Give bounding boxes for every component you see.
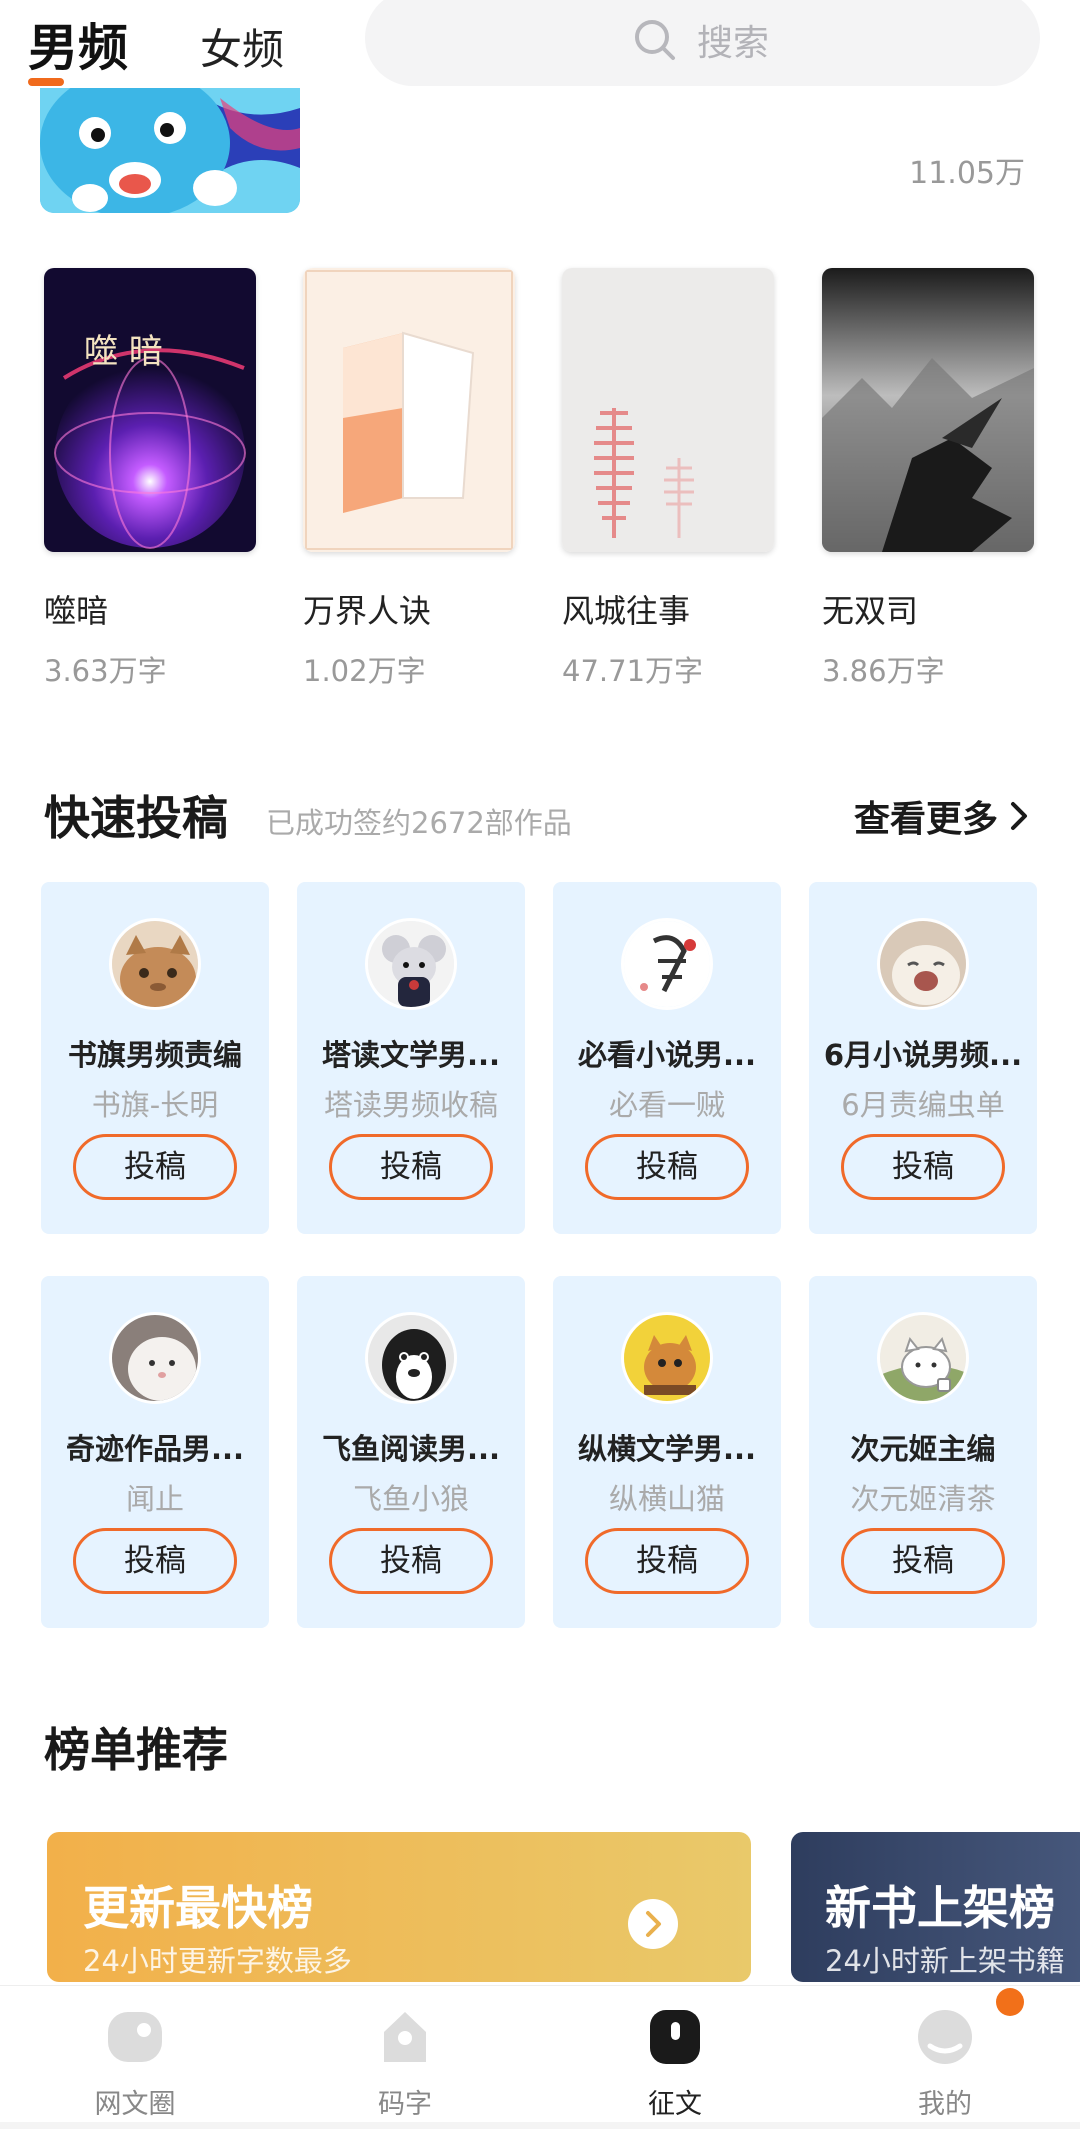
submit-button[interactable]: 投稿 xyxy=(329,1528,493,1594)
nav-label: 码字 xyxy=(378,2089,432,2120)
book-card[interactable]: 风城往事 47.71万字 xyxy=(562,268,774,690)
see-more-link[interactable]: 查看更多 xyxy=(854,790,1030,842)
banner-count: 11.05万 xyxy=(909,156,1025,191)
card-editor: 6月责编虫单 xyxy=(841,1088,1005,1122)
editor-avatar xyxy=(877,918,969,1010)
card-editor: 闻止 xyxy=(125,1482,184,1516)
book-word-count: 3.86万字 xyxy=(822,654,945,688)
cartoon-image xyxy=(40,88,300,213)
active-tab-indicator xyxy=(28,78,64,86)
nav-label: 征文 xyxy=(648,2089,702,2120)
submit-button[interactable]: 投稿 xyxy=(73,1134,237,1200)
profile-icon xyxy=(918,2010,972,2064)
circle-chat-icon xyxy=(108,2012,162,2062)
book-cover xyxy=(303,268,515,552)
editor-card[interactable]: 奇迹作品男... 闻止 投稿 xyxy=(41,1276,269,1628)
rank-card-fastest-update[interactable]: 更新最快榜 24小时更新字数最多 xyxy=(47,1832,751,1982)
card-name: 必看小说男... xyxy=(577,1038,757,1072)
editor-card[interactable]: 6月小说男频... 6月责编虫单 投稿 xyxy=(809,882,1037,1234)
card-editor: 塔读男频收稿 xyxy=(323,1088,498,1122)
book-title: 无双司 xyxy=(822,592,919,630)
nav-label: 网文圈 xyxy=(94,2089,176,2120)
card-name: 塔读文学男... xyxy=(321,1038,501,1072)
pen-icon xyxy=(384,2012,426,2062)
cover-title-text: 噬 暗 xyxy=(84,332,163,372)
card-name: 飞鱼阅读男... xyxy=(321,1432,501,1466)
card-name: 6月小说男频... xyxy=(823,1038,1023,1072)
book-card[interactable]: 噬 暗 噬暗 3.63万字 xyxy=(44,268,256,690)
card-name: 纵横文学男... xyxy=(577,1432,757,1466)
quick-submit-subtitle: 已成功签约2672部作品 xyxy=(266,806,572,840)
editor-avatar xyxy=(877,1312,969,1404)
search-placeholder: 搜索 xyxy=(697,23,770,64)
nav-label: 我的 xyxy=(918,2089,972,2120)
book-cover: 噬 暗 xyxy=(44,268,256,552)
submit-button[interactable]: 投稿 xyxy=(73,1528,237,1594)
nav-item-circle[interactable]: 网文圈 xyxy=(0,1986,270,2129)
book-title: 万界人诀 xyxy=(303,592,432,630)
search-bar[interactable]: 搜索 xyxy=(365,0,1040,86)
rank-title: 新书上架榜 xyxy=(825,1881,1055,1935)
rank-subtitle: 24小时更新字数最多 xyxy=(83,1944,352,1978)
nav-item-write[interactable]: 码字 xyxy=(270,1986,540,2129)
editor-card[interactable]: 书旗男频责编 书旗-长明 投稿 xyxy=(41,882,269,1234)
chevron-right-icon xyxy=(1011,802,1027,830)
tab-male[interactable]: 男频 xyxy=(28,8,128,80)
book-word-count: 47.71万字 xyxy=(562,654,704,688)
book-cover xyxy=(562,268,774,552)
editor-card[interactable]: 纵横文学男... 纵横山猫 投稿 xyxy=(553,1276,781,1628)
home-indicator-bar xyxy=(0,2122,1080,2129)
quick-submit-title: 快速投稿 xyxy=(44,791,228,845)
editor-card[interactable]: 次元姬主编 次元姬清茶 投稿 xyxy=(809,1276,1037,1628)
card-name: 奇迹作品男... xyxy=(65,1432,245,1466)
card-name: 书旗男频责编 xyxy=(67,1038,242,1072)
arrow-circle-icon[interactable] xyxy=(627,1898,679,1950)
card-editor: 飞鱼小狼 xyxy=(352,1482,469,1516)
editor-avatar xyxy=(365,918,457,1010)
nav-item-contest[interactable]: 征文 xyxy=(540,1986,810,2129)
book-word-count: 1.02万字 xyxy=(303,654,426,688)
book-card[interactable]: 万界人诀 1.02万字 xyxy=(303,268,515,690)
editor-card[interactable]: 必看小说男... 必看一贼 投稿 xyxy=(553,882,781,1234)
card-editor: 必看一贼 xyxy=(608,1088,725,1122)
rank-subtitle: 24小时新上架书籍 xyxy=(825,1944,1065,1978)
editor-card[interactable]: 飞鱼阅读男... 飞鱼小狼 投稿 xyxy=(297,1276,525,1628)
rankings-title: 榜单推荐 xyxy=(44,1723,228,1777)
editor-avatar xyxy=(109,1312,201,1404)
book-title: 风城往事 xyxy=(562,592,691,630)
tab-female[interactable]: 女频 xyxy=(200,16,284,77)
submit-button[interactable]: 投稿 xyxy=(585,1134,749,1200)
submit-button[interactable]: 投稿 xyxy=(329,1134,493,1200)
editor-avatar xyxy=(621,918,713,1010)
card-name: 次元姬主编 xyxy=(850,1432,996,1466)
book-card[interactable]: 无双司 3.86万字 xyxy=(822,268,1034,690)
card-editor: 纵横山猫 xyxy=(608,1482,725,1516)
top-header: 男频 女频 搜索 xyxy=(0,0,1080,88)
editor-avatar xyxy=(621,1312,713,1404)
rank-card-new-books[interactable]: 新书上架榜 24小时新上架书籍 xyxy=(791,1832,1080,1982)
notification-badge xyxy=(996,1988,1024,2016)
editor-avatar xyxy=(365,1312,457,1404)
card-editor: 次元姬清茶 xyxy=(850,1482,996,1516)
editor-avatar xyxy=(109,918,201,1010)
submit-button[interactable]: 投稿 xyxy=(585,1528,749,1594)
submit-button[interactable]: 投稿 xyxy=(841,1134,1005,1200)
book-cover xyxy=(822,268,1034,552)
card-editor: 书旗-长明 xyxy=(91,1088,219,1122)
submit-button[interactable]: 投稿 xyxy=(841,1528,1005,1594)
search-icon xyxy=(635,20,675,60)
editor-card[interactable]: 塔读文学男... 塔读男频收稿 投稿 xyxy=(297,882,525,1234)
nav-item-profile[interactable]: 我的 xyxy=(810,1986,1080,2129)
bottom-navigation: 网文圈 码字 征文 我的 xyxy=(0,1985,1080,2129)
book-word-count: 3.63万字 xyxy=(44,654,167,688)
rank-title: 更新最快榜 xyxy=(83,1881,313,1935)
book-title: 噬暗 xyxy=(44,592,109,630)
contest-icon xyxy=(650,2010,700,2064)
banner-thumbnail[interactable] xyxy=(40,88,300,213)
see-more-label: 查看更多 xyxy=(853,799,998,840)
